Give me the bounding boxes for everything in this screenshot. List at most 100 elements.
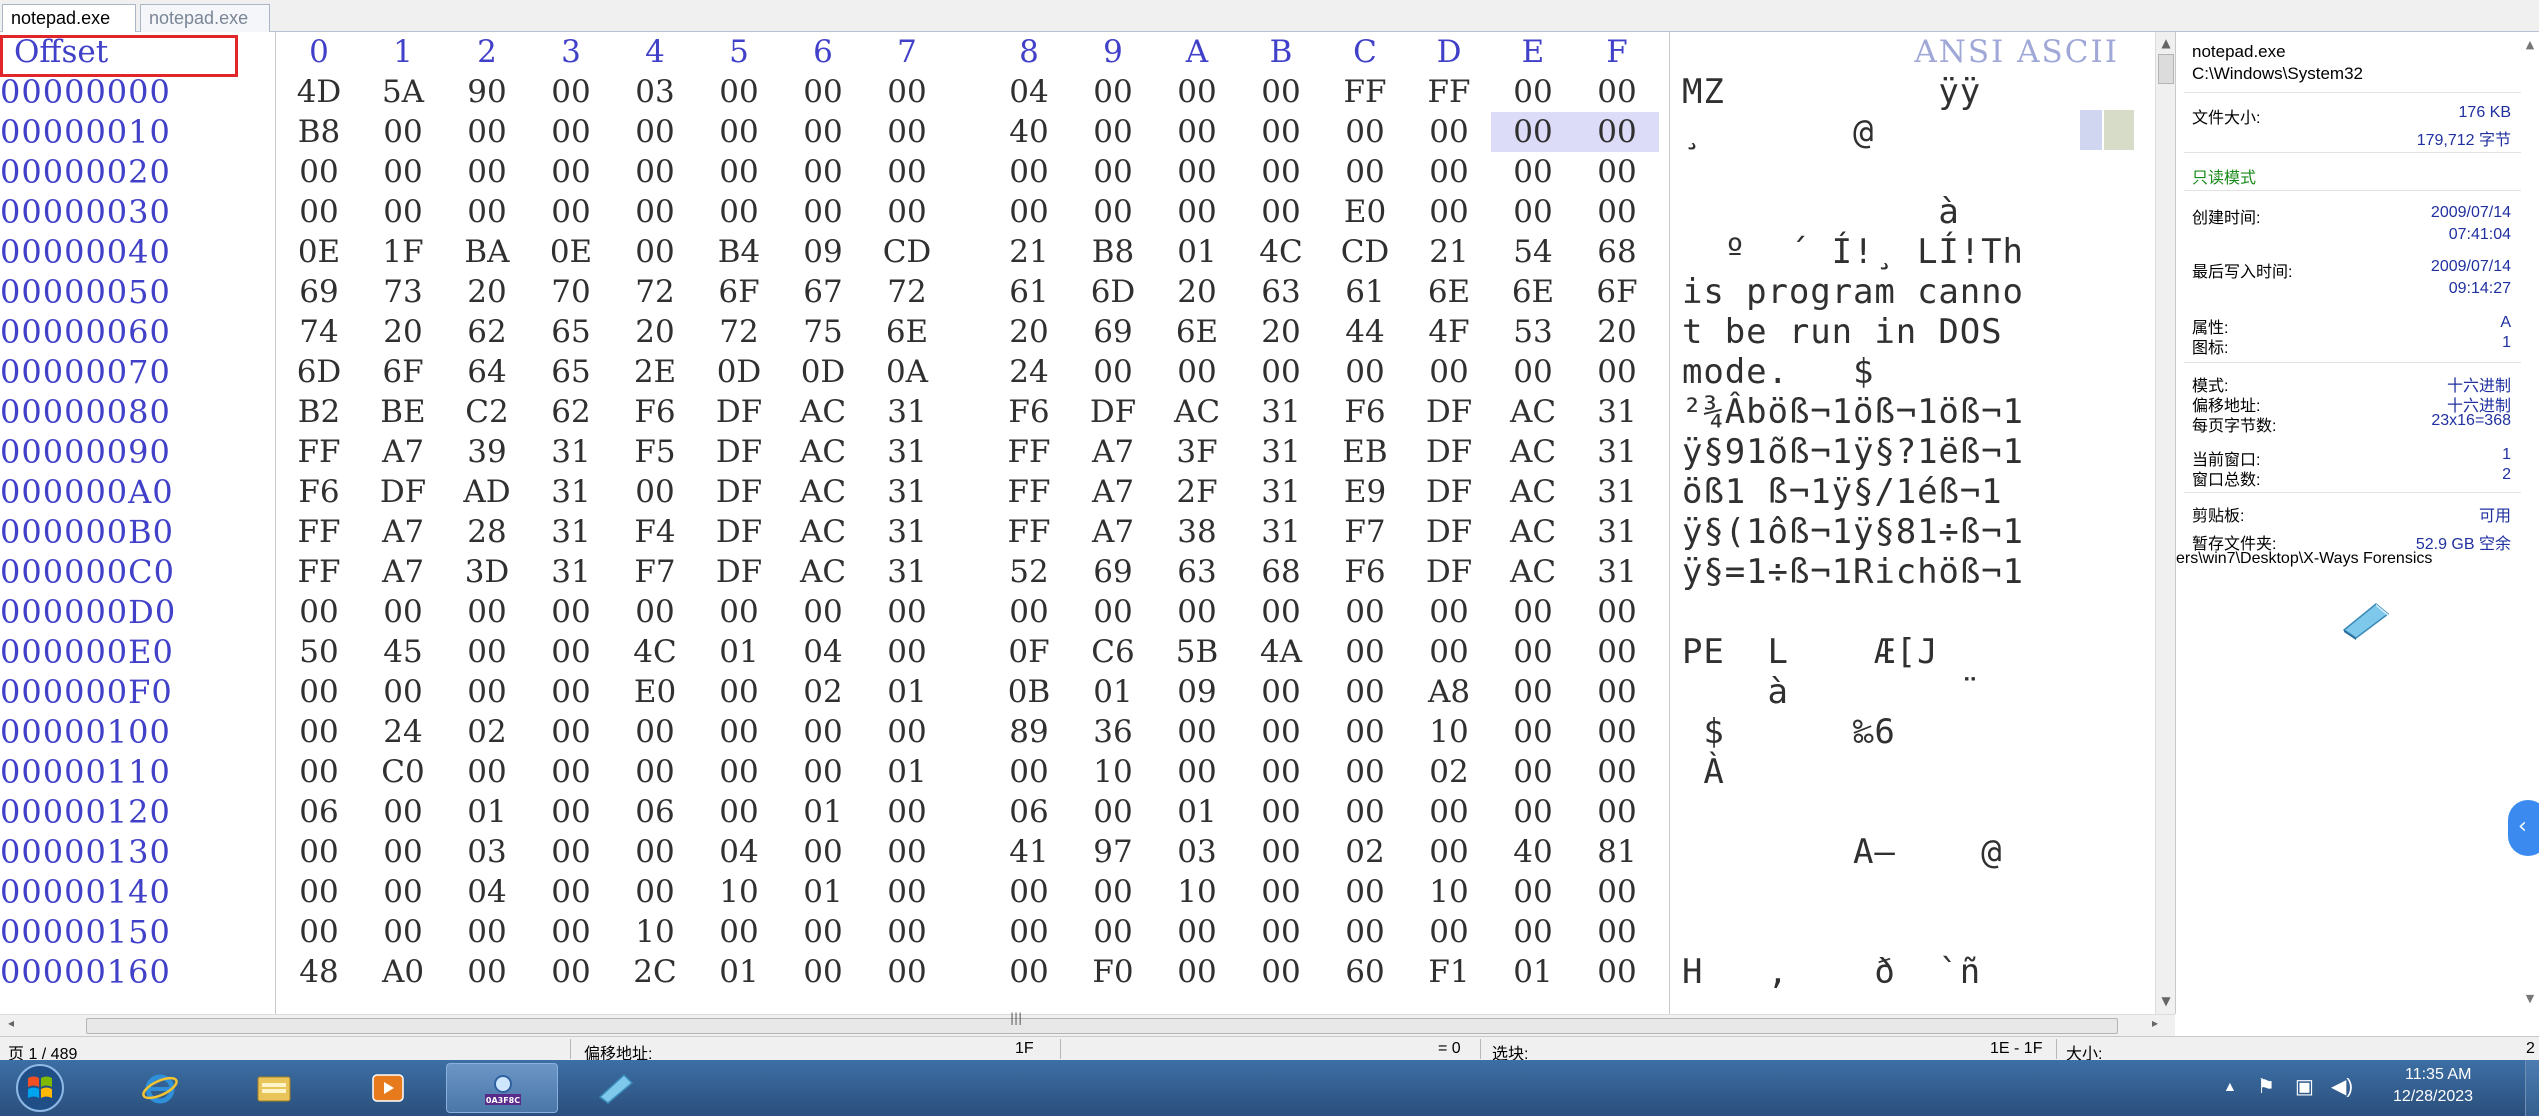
hex-byte[interactable]: 00 <box>1491 912 1575 952</box>
hex-byte[interactable]: 0A <box>865 352 949 392</box>
hex-byte[interactable]: 20 <box>1155 272 1239 312</box>
hex-byte[interactable]: 00 <box>1239 672 1323 712</box>
hex-byte[interactable]: 00 <box>697 592 781 632</box>
hex-byte[interactable]: 00 <box>1491 872 1575 912</box>
hex-byte[interactable]: 00 <box>1323 632 1407 672</box>
hex-byte[interactable]: 00 <box>1239 712 1323 752</box>
panel-scrollbar[interactable]: ▲ ▼ <box>2521 32 2539 1014</box>
hex-byte[interactable]: 0F <box>987 632 1071 672</box>
taskbar-notepad[interactable] <box>560 1063 672 1113</box>
hex-byte[interactable]: 00 <box>1575 672 1659 712</box>
row-offset[interactable]: 00000020 <box>0 152 276 192</box>
row-offset[interactable]: 000000A0 <box>0 472 276 512</box>
hex-byte[interactable]: A0 <box>361 952 445 992</box>
hex-byte[interactable]: 6D <box>277 352 361 392</box>
hex-byte[interactable]: 00 <box>1407 352 1491 392</box>
scroll-down-icon[interactable]: ▼ <box>2158 992 2174 1010</box>
hex-byte[interactable]: 01 <box>445 792 529 832</box>
panel-scroll-down-icon[interactable]: ▼ <box>2523 992 2537 1005</box>
vertical-scroll-thumb[interactable] <box>2158 54 2174 84</box>
hex-editor[interactable]: Offset 00000000 00000010 00000020 00000030 0… <box>0 32 2175 1014</box>
hex-byte[interactable]: 65 <box>529 352 613 392</box>
hex-byte[interactable]: 00 <box>1491 352 1575 392</box>
hex-byte[interactable]: 00 <box>1239 152 1323 192</box>
row-offset[interactable]: 00000040 <box>0 232 276 272</box>
hex-byte[interactable]: 00 <box>277 912 361 952</box>
hex-byte[interactable]: AC <box>781 432 865 472</box>
hex-byte[interactable]: 01 <box>1155 792 1239 832</box>
hex-byte[interactable]: 00 <box>1575 792 1659 832</box>
hex-byte[interactable]: 41 <box>987 832 1071 872</box>
hex-byte[interactable]: 0B <box>987 672 1071 712</box>
hex-byte[interactable]: 02 <box>781 672 865 712</box>
hex-byte[interactable]: 00 <box>1491 112 1575 152</box>
hex-byte[interactable]: 00 <box>865 152 949 192</box>
hex-byte[interactable]: 00 <box>1407 112 1491 152</box>
hex-byte[interactable]: 38 <box>1155 512 1239 552</box>
hex-byte[interactable]: 21 <box>987 232 1071 272</box>
hex-byte[interactable]: 00 <box>781 192 865 232</box>
hex-byte[interactable]: 00 <box>781 912 865 952</box>
hex-byte[interactable]: 81 <box>1575 832 1659 872</box>
row-offset[interactable]: 00000100 <box>0 712 276 752</box>
hex-byte[interactable]: 00 <box>1155 752 1239 792</box>
hex-byte[interactable]: 0D <box>781 352 865 392</box>
hex-byte[interactable]: 03 <box>445 832 529 872</box>
hex-byte[interactable]: DF <box>1407 432 1491 472</box>
hex-byte[interactable]: 00 <box>277 832 361 872</box>
hex-byte[interactable]: 00 <box>781 152 865 192</box>
hex-byte[interactable]: E0 <box>1323 192 1407 232</box>
hex-byte[interactable]: 00 <box>781 592 865 632</box>
hex-byte[interactable]: 00 <box>1239 752 1323 792</box>
hex-byte[interactable]: 6E <box>865 312 949 352</box>
hex-byte[interactable]: 09 <box>781 232 865 272</box>
hex-byte[interactable]: 00 <box>781 952 865 992</box>
hex-byte[interactable]: 00 <box>613 472 697 512</box>
hex-byte[interactable]: 20 <box>361 312 445 352</box>
hex-byte[interactable]: 00 <box>1155 912 1239 952</box>
hex-byte[interactable]: 00 <box>1323 112 1407 152</box>
hex-byte[interactable]: 00 <box>1575 192 1659 232</box>
taskbar-winhex[interactable]: 0A3F8C <box>446 1063 558 1113</box>
hex-byte[interactable]: 00 <box>1323 592 1407 632</box>
hex-byte[interactable]: FF <box>987 432 1071 472</box>
hex-byte[interactable]: 00 <box>1071 352 1155 392</box>
ascii-row[interactable]: PE L Æ[J <box>1682 632 2024 672</box>
hex-byte[interactable]: 0E <box>529 232 613 272</box>
hex-byte[interactable]: 00 <box>1491 152 1575 192</box>
hex-byte[interactable]: 00 <box>445 192 529 232</box>
hex-byte[interactable]: 00 <box>987 592 1071 632</box>
hex-byte[interactable]: 73 <box>361 272 445 312</box>
hex-byte[interactable]: AC <box>781 472 865 512</box>
hex-byte[interactable]: 00 <box>697 112 781 152</box>
hex-byte[interactable]: 04 <box>987 72 1071 112</box>
hex-byte[interactable]: 69 <box>277 272 361 312</box>
hex-byte[interactable]: 00 <box>529 832 613 872</box>
hex-byte-area[interactable]: 0 1 2 3 4 5 6 7 8 9 A B C D E F 4D 5A 90 00 03 00 00 00 04 00 00 00… <box>277 32 1667 1014</box>
hex-byte[interactable]: 00 <box>613 112 697 152</box>
hex-byte[interactable]: 00 <box>987 952 1071 992</box>
hex-byte[interactable]: 00 <box>361 672 445 712</box>
hex-byte[interactable]: 00 <box>697 792 781 832</box>
hex-byte[interactable]: 01 <box>865 672 949 712</box>
hex-byte[interactable]: 00 <box>1239 832 1323 872</box>
hex-byte[interactable]: 72 <box>865 272 949 312</box>
hex-byte[interactable]: F6 <box>613 392 697 432</box>
horizontal-scroll-thumb[interactable] <box>86 1018 2118 1034</box>
taskbar-media-player[interactable] <box>332 1063 444 1113</box>
ascii-row[interactable]: ÿ§91õß¬1ÿ§?1ëß¬1 <box>1682 432 2024 472</box>
readonly-mode[interactable]: 只读模式 <box>2192 164 2256 188</box>
hex-byte[interactable]: 00 <box>445 152 529 192</box>
hex-byte[interactable]: 00 <box>613 592 697 632</box>
row-offset[interactable]: 00000090 <box>0 432 276 472</box>
hex-byte[interactable]: 00 <box>1407 632 1491 672</box>
hex-byte[interactable]: 00 <box>865 112 949 152</box>
hex-byte[interactable]: 03 <box>613 72 697 112</box>
hex-byte[interactable]: 00 <box>1407 832 1491 872</box>
hex-byte[interactable]: 4D <box>277 72 361 112</box>
hex-byte[interactable]: 24 <box>361 712 445 752</box>
hex-byte[interactable]: FF <box>277 552 361 592</box>
hex-byte[interactable]: AC <box>781 392 865 432</box>
hex-byte[interactable]: 39 <box>445 432 529 472</box>
hex-byte[interactable]: 00 <box>781 712 865 752</box>
